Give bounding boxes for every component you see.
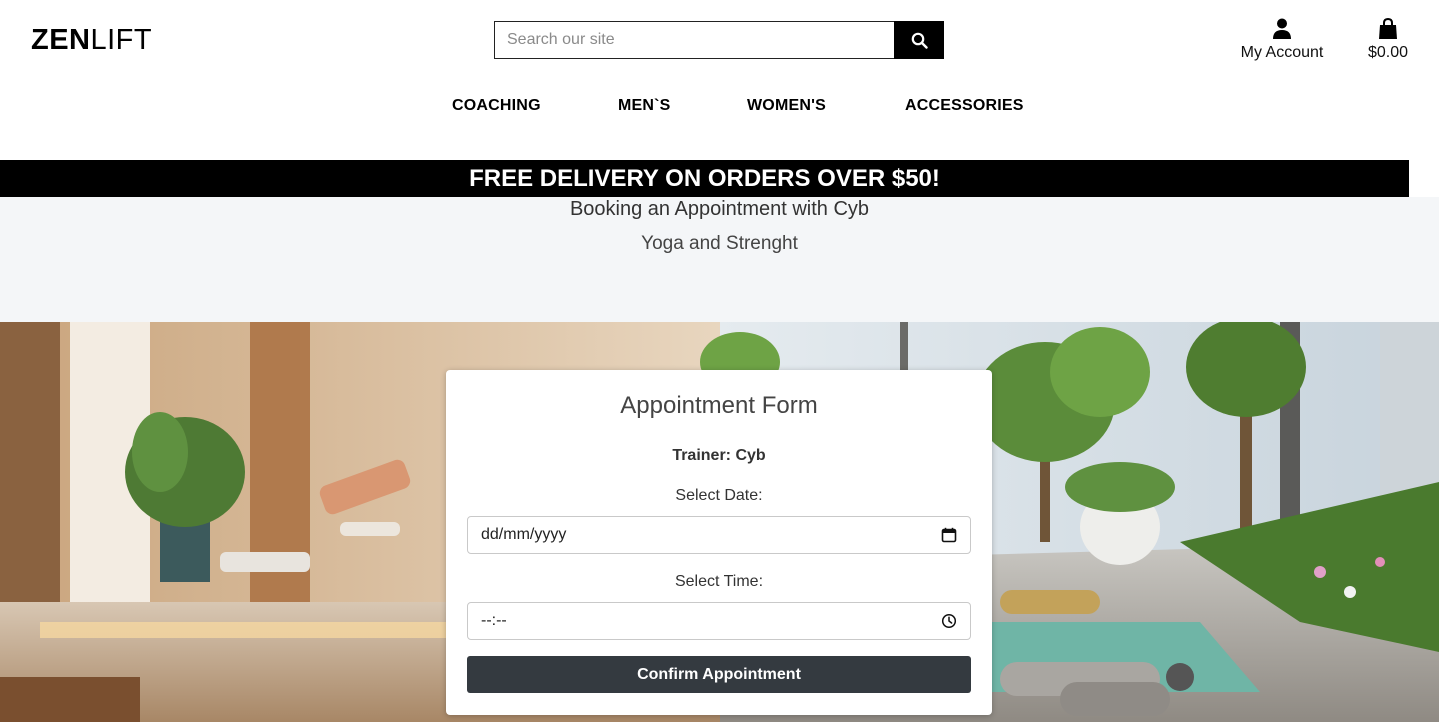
- date-input-value: dd/mm/yyyy: [481, 526, 567, 543]
- my-account-link[interactable]: My Account: [1234, 18, 1330, 62]
- page-subtitle: Yoga and Strenght: [641, 233, 798, 254]
- time-input-value: --:--: [481, 612, 507, 629]
- search-input[interactable]: [494, 21, 894, 59]
- nav-item-mens[interactable]: MEN`S: [618, 97, 671, 115]
- clock-icon[interactable]: [941, 613, 957, 629]
- bag-total: $0.00: [1367, 44, 1409, 61]
- form-title: Appointment Form: [620, 392, 818, 419]
- calendar-icon[interactable]: [941, 527, 957, 543]
- appointment-form-card: Appointment Form Trainer: Cyb Select Dat…: [446, 370, 992, 715]
- search-form: [494, 21, 944, 59]
- trainer-name: Trainer: Cyb: [672, 447, 766, 464]
- time-input[interactable]: --:--: [467, 602, 971, 640]
- logo-light: LIFT: [90, 24, 153, 56]
- confirm-appointment-button[interactable]: Confirm Appointment: [467, 656, 971, 693]
- my-account-label: My Account: [1240, 44, 1324, 61]
- search-icon: [911, 32, 928, 49]
- delivery-banner: FREE DELIVERY ON ORDERS OVER $50!: [0, 160, 1409, 197]
- time-label: Select Time:: [674, 573, 764, 590]
- page-heading-section: Booking an Appointment with Cyb Yoga and…: [0, 197, 1439, 322]
- nav-item-accessories[interactable]: ACCESSORIES: [905, 97, 1024, 115]
- site-logo[interactable]: ZENLIFT: [31, 24, 152, 57]
- shopping-bag-icon: [1379, 18, 1397, 39]
- search-button[interactable]: [894, 21, 944, 59]
- page-title: Booking an Appointment with Cyb: [569, 198, 870, 220]
- shopping-bag-link[interactable]: $0.00: [1360, 18, 1416, 62]
- site-header: ZENLIFT My Account $0.00 COACHING MEN`S …: [0, 0, 1439, 160]
- nav-item-coaching[interactable]: COACHING: [452, 97, 541, 115]
- date-label: Select Date:: [675, 487, 763, 504]
- nav-item-womens[interactable]: WOMEN'S: [747, 97, 826, 115]
- logo-bold: ZEN: [31, 24, 91, 56]
- main-nav: COACHING MEN`S WOMEN'S ACCESSORIES: [0, 97, 1439, 121]
- user-icon: [1273, 18, 1291, 39]
- date-input[interactable]: dd/mm/yyyy: [467, 516, 971, 554]
